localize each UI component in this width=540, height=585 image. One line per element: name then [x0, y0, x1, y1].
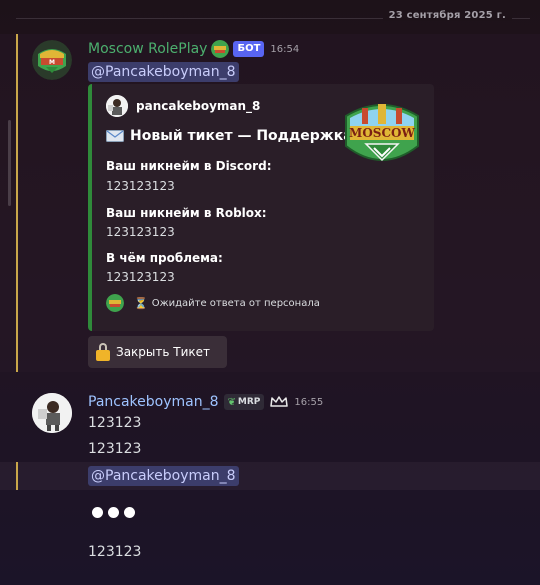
role-badge-label: MRP — [237, 397, 261, 407]
embed-thumbnail-logo[interactable]: MOSCOW — [342, 94, 422, 172]
message-line-2: 123123 — [88, 441, 142, 457]
mention-bar — [16, 34, 18, 372]
user-avatar[interactable] — [32, 393, 72, 433]
hourglass-icon: ⏳ — [134, 296, 148, 310]
close-ticket-button[interactable]: Закрыть Тикет — [88, 336, 227, 368]
bot-avatar[interactable]: M — [32, 40, 72, 80]
svg-text:M: M — [49, 59, 55, 66]
lock-icon — [96, 343, 110, 361]
embed-author: pancakeboyman_8 — [106, 95, 260, 117]
embed-author-name[interactable]: pancakeboyman_8 — [136, 99, 260, 113]
embed-title-text: Новый тикет — Поддержка — [130, 128, 353, 144]
user-username[interactable]: Pancakeboyman_8 — [88, 394, 219, 410]
field-roblox-name-value: 123123123 — [106, 225, 175, 239]
close-ticket-label: Закрыть Тикет — [116, 345, 211, 359]
embed-author-avatar — [106, 95, 128, 117]
mentioned-line-highlight — [0, 462, 540, 490]
embed-footer: ⏳ Ожидайте ответа от персонала — [106, 294, 320, 312]
message-line-3: 123123 — [88, 544, 142, 560]
ticket-embed: pancakeboyman_8 Новый тикет — Поддержка … — [88, 84, 434, 331]
field-discord-name-label: Ваш никнейм в Discord: — [106, 159, 272, 173]
leaf-icon: ❦ — [227, 396, 236, 408]
user-message-time: 16:55 — [294, 396, 324, 408]
mention-bar-2 — [16, 462, 18, 490]
embed-footer-text: Ожидайте ответа от персонала — [151, 297, 320, 309]
date-divider: 23 сентября 2025 г. — [0, 0, 540, 32]
date-divider-text: 23 сентября 2025 г. — [382, 10, 512, 21]
role-badge[interactable]: ❦ MRP — [223, 394, 265, 410]
server-tag-icon — [211, 40, 230, 58]
scrollbar-thumb[interactable] — [8, 120, 11, 206]
typing-indicator — [92, 507, 135, 518]
bot-tag: БОТ — [233, 41, 265, 57]
field-discord-name-value: 123123123 — [106, 179, 175, 193]
envelope-icon — [106, 130, 124, 142]
bot-message-time: 16:54 — [270, 43, 300, 55]
user-message-header: Pancakeboyman_8 ❦ MRP 16:55 — [88, 394, 323, 410]
field-roblox-name-label: Ваш никнейм в Roblox: — [106, 206, 267, 220]
embed-footer-icon — [106, 294, 124, 312]
crown-icon — [270, 396, 289, 407]
bot-message-header: Moscow RolePlay БОТ 16:54 — [88, 40, 299, 58]
user-mention-2[interactable]: @Pancakeboyman_8 — [88, 466, 239, 486]
logo-text: MOSCOW — [349, 126, 415, 140]
user-mention[interactable]: @Pancakeboyman_8 — [88, 62, 239, 82]
field-problem-value: 123123123 — [106, 270, 175, 284]
message-line-1: 123123 — [88, 415, 142, 431]
field-problem-label: В чём проблема: — [106, 251, 223, 265]
embed-title: Новый тикет — Поддержка — [106, 128, 353, 144]
bot-username[interactable]: Moscow RolePlay — [88, 41, 207, 57]
